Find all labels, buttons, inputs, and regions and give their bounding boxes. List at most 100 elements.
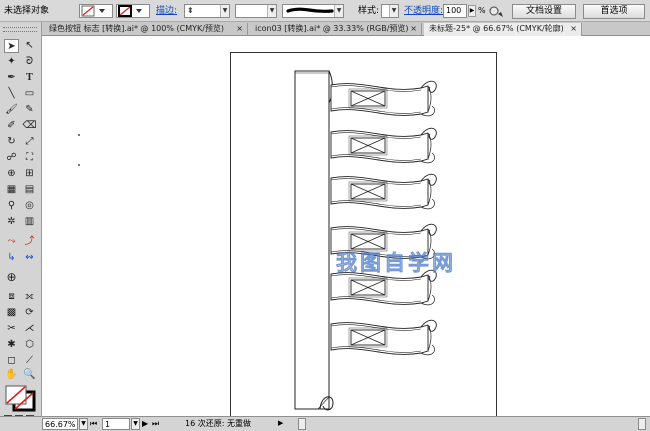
- chevron-down-icon: [136, 9, 142, 13]
- lasso-tool-icon[interactable]: ᘐ: [22, 55, 37, 69]
- chevron-down-icon[interactable]: ▼: [334, 5, 343, 17]
- symbol-sprayer-tool-icon[interactable]: ✲: [4, 215, 19, 229]
- artboard-red-tool-icon[interactable]: ⤳: [4, 235, 19, 249]
- last-artboard-button[interactable]: ⏭: [152, 418, 159, 430]
- tab-document-1[interactable]: 绿色按钮 标志 [转换].ai* @ 100% (CMYK/预览) ×: [44, 23, 248, 36]
- chevron-down-icon[interactable]: ▼: [389, 5, 398, 17]
- gradient-tool-icon[interactable]: ▤: [22, 183, 37, 197]
- panel-grip[interactable]: [3, 27, 37, 32]
- tab-label: 未标题-25* @ 66.67% (CMYK/轮廓): [429, 24, 564, 33]
- tools-panel: ➤ ↖ ✦ ᘐ ✒ T ╲ ▭ 🖌 ✎ ✐ ⌫ ↻ ⤢ ☍ ⛶ ⊕ ⊞ ▦ ▤ …: [0, 22, 42, 431]
- artboard-dropdown-icon[interactable]: ▼: [131, 418, 140, 430]
- eraser-tool-icon[interactable]: ⌫: [22, 119, 37, 133]
- paintbrush-tool-icon[interactable]: 🖌: [4, 103, 19, 117]
- star-tool-icon[interactable]: ✱: [4, 338, 19, 352]
- type-tool-icon[interactable]: T: [22, 71, 37, 85]
- stroke-weight-field[interactable]: ⬍ ▼: [184, 4, 230, 18]
- blob-brush-tool-icon[interactable]: ✐: [4, 119, 19, 133]
- scale-tool-icon[interactable]: ⤢: [22, 135, 37, 149]
- chevron-down-icon[interactable]: ▼: [267, 5, 276, 17]
- chevron-down-icon: [99, 9, 105, 13]
- pencil-tool-icon[interactable]: ✎: [22, 103, 37, 117]
- measure-tool-icon[interactable]: ⟋: [22, 354, 37, 368]
- control-bar: 未选择对象 描边: ⬍ ▼ ▼ ▼ 样式: ▼ 不透明度: 100 ▶ % 文档…: [0, 0, 650, 22]
- brush-stroke-icon: [286, 7, 334, 13]
- recolor-artwork-button[interactable]: [488, 4, 506, 18]
- next-artboard-button[interactable]: ▶: [142, 418, 148, 430]
- style-label: 样式:: [358, 6, 380, 16]
- ribbon-banner-1: [330, 80, 437, 117]
- zoom-value: 66.67%: [45, 420, 76, 429]
- rotate-tool-icon[interactable]: ↻: [4, 135, 19, 149]
- line-segment-tool-icon[interactable]: ╲: [4, 87, 19, 101]
- zoom-dropdown-icon[interactable]: ▼: [79, 418, 88, 430]
- blend-tool-icon[interactable]: ◎: [22, 199, 37, 213]
- pen-tool-icon[interactable]: ✒: [4, 71, 19, 85]
- stroke-swatch-icon: [118, 5, 142, 17]
- variable-width-profile-dropdown[interactable]: ▼: [235, 4, 277, 18]
- close-icon[interactable]: ×: [410, 23, 417, 35]
- graphic-style-dropdown[interactable]: ▼: [381, 4, 399, 18]
- artboard-tool-icon[interactable]: ⧈: [4, 290, 19, 304]
- frame-tool-icon[interactable]: ◻: [4, 354, 19, 368]
- opacity-field[interactable]: 100: [443, 4, 467, 18]
- eyedropper-tool-icon[interactable]: ⚲: [4, 199, 19, 213]
- canvas-area[interactable]: 我图自学网: [42, 37, 650, 417]
- ribbon-banner-6: [330, 319, 437, 356]
- graph-tool-icon[interactable]: ▩: [4, 306, 19, 320]
- close-icon[interactable]: ×: [236, 23, 243, 35]
- status-bar: 66.67% ▼ ⏮ 1 ▼ ▶ ⏭ 16 次还原: 无重做 ▶: [0, 416, 650, 431]
- document-setup-button[interactable]: 文档设置: [512, 4, 576, 19]
- stroke-label[interactable]: 描边:: [156, 4, 177, 18]
- shape-builder-tool-icon[interactable]: ⊕: [4, 167, 19, 181]
- width-red-tool-icon[interactable]: ⤴: [22, 235, 37, 249]
- crosshair-tool-icon[interactable]: ⊕: [4, 270, 19, 284]
- scrollbar-right-button[interactable]: [638, 418, 646, 430]
- direct-selection-tool-icon[interactable]: ↖: [22, 39, 37, 53]
- recolor-icon: [489, 6, 503, 17]
- brush-definition-dropdown[interactable]: ▼: [282, 4, 344, 18]
- zoom-tool-icon[interactable]: 🔍: [22, 368, 37, 382]
- selection-status: 未选择对象: [4, 6, 50, 16]
- reshape-blue-tool-icon[interactable]: ↭: [22, 251, 37, 265]
- selection-tool-icon[interactable]: ➤: [4, 39, 19, 53]
- status-text: 16 次还原: 无重做: [185, 419, 251, 428]
- width-blue-tool-icon[interactable]: ↳: [4, 251, 19, 265]
- preferences-button[interactable]: 首选项: [583, 4, 645, 19]
- chevron-down-icon[interactable]: ▼: [220, 5, 229, 17]
- status-menu-arrow-icon[interactable]: ▶: [278, 418, 283, 430]
- zoom-field[interactable]: 66.67%: [42, 418, 78, 430]
- opacity-unit: %: [478, 6, 486, 15]
- ribbon-banner-2: [330, 127, 437, 164]
- opacity-value: 100: [446, 6, 462, 15]
- artboard-number: 1: [105, 420, 111, 429]
- magic-wand-tool-icon[interactable]: ✦: [4, 55, 19, 69]
- scroll-pole: [294, 70, 334, 411]
- artboard-number-field[interactable]: 1: [102, 418, 130, 430]
- fill-color-dropdown[interactable]: [79, 4, 113, 18]
- rectangle-tool-icon[interactable]: ▭: [22, 87, 37, 101]
- document-tabs: 绿色按钮 标志 [转换].ai* @ 100% (CMYK/预览) × icon…: [42, 22, 650, 36]
- warp-tool-icon[interactable]: ☍: [4, 151, 19, 165]
- fill-swatch-icon: [81, 5, 105, 17]
- scrollbar-left-button[interactable]: [298, 418, 306, 430]
- opacity-label[interactable]: 不透明度:: [404, 4, 443, 18]
- first-artboard-button[interactable]: ⏮: [90, 418, 97, 430]
- fill-stroke-proxy[interactable]: [4, 384, 38, 414]
- free-transform-tool-icon[interactable]: ⛶: [22, 151, 37, 165]
- tab-document-3[interactable]: 未标题-25* @ 66.67% (CMYK/轮廓) ×: [424, 23, 582, 36]
- column-graph-tool-icon[interactable]: ▥: [22, 215, 37, 229]
- knife-tool-icon[interactable]: ⋌: [22, 322, 37, 336]
- mesh-tool-icon[interactable]: ▦: [4, 183, 19, 197]
- opacity-dropdown-arrow[interactable]: ▶: [468, 5, 476, 17]
- artwork-outline: [294, 70, 437, 411]
- hand-tool-icon[interactable]: ✋: [4, 368, 19, 382]
- perspective-grid-tool-icon[interactable]: ⊞: [22, 167, 37, 181]
- close-icon[interactable]: ×: [570, 23, 577, 35]
- polygon-tool-icon[interactable]: ⬡: [22, 338, 37, 352]
- slice-tool-icon[interactable]: ⟗: [22, 290, 37, 304]
- stroke-color-dropdown[interactable]: [116, 4, 150, 18]
- scissors-tool-icon[interactable]: ✂: [4, 322, 19, 336]
- transform-tool-icon[interactable]: ⟳: [22, 306, 37, 320]
- tab-document-2[interactable]: icon03 [转换].ai* @ 33.33% (RGB/预览) ×: [250, 23, 422, 36]
